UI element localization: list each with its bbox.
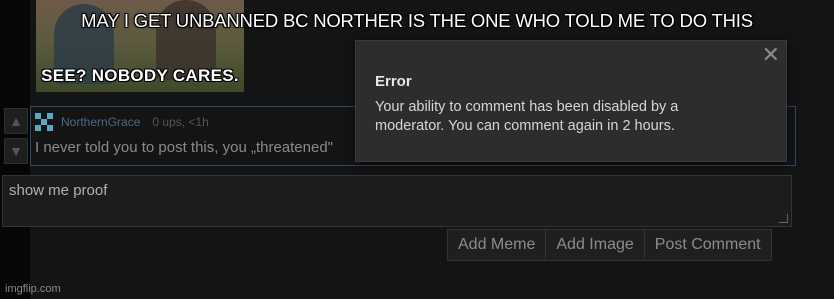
add-meme-button[interactable]: Add Meme: [447, 229, 547, 261]
meme-caption: SEE? NOBODY CARES.: [41, 66, 239, 85]
comment-textarea-value: show me proof: [9, 182, 108, 199]
dialog-title: Error: [375, 73, 412, 90]
add-image-button[interactable]: Add Image: [546, 229, 645, 261]
comment-header: NorthernGrace 0 ups, <1h: [35, 113, 209, 131]
upvote-button[interactable]: ▲: [4, 108, 28, 134]
vote-controls: ▲ ▼: [4, 108, 28, 164]
comment-username[interactable]: NorthernGrace: [61, 115, 140, 129]
comment-text: I never told you to post this, you „thre…: [35, 139, 334, 156]
arrow-down-icon: ▼: [9, 143, 23, 159]
downvote-button[interactable]: ▼: [4, 138, 28, 164]
comment-actions: Add Meme Add Image Post Comment: [447, 229, 772, 261]
watermark: imgflip.com: [5, 283, 61, 295]
error-dialog: ✕ Error Your ability to comment has been…: [355, 40, 787, 162]
avatar[interactable]: [35, 113, 55, 131]
arrow-up-icon: ▲: [9, 113, 23, 129]
close-icon[interactable]: ✕: [762, 43, 780, 67]
post-comment-button[interactable]: Post Comment: [644, 229, 772, 261]
dialog-message: Your ability to comment has been disable…: [375, 99, 679, 134]
comment-textarea[interactable]: show me proof: [2, 175, 792, 227]
overlay-banner-text: MAY I GET UNBANNED BC NORTHER IS THE ONE…: [81, 10, 753, 31]
resize-handle-icon[interactable]: [779, 214, 788, 223]
comment-meta: 0 ups, <1h: [152, 115, 209, 129]
